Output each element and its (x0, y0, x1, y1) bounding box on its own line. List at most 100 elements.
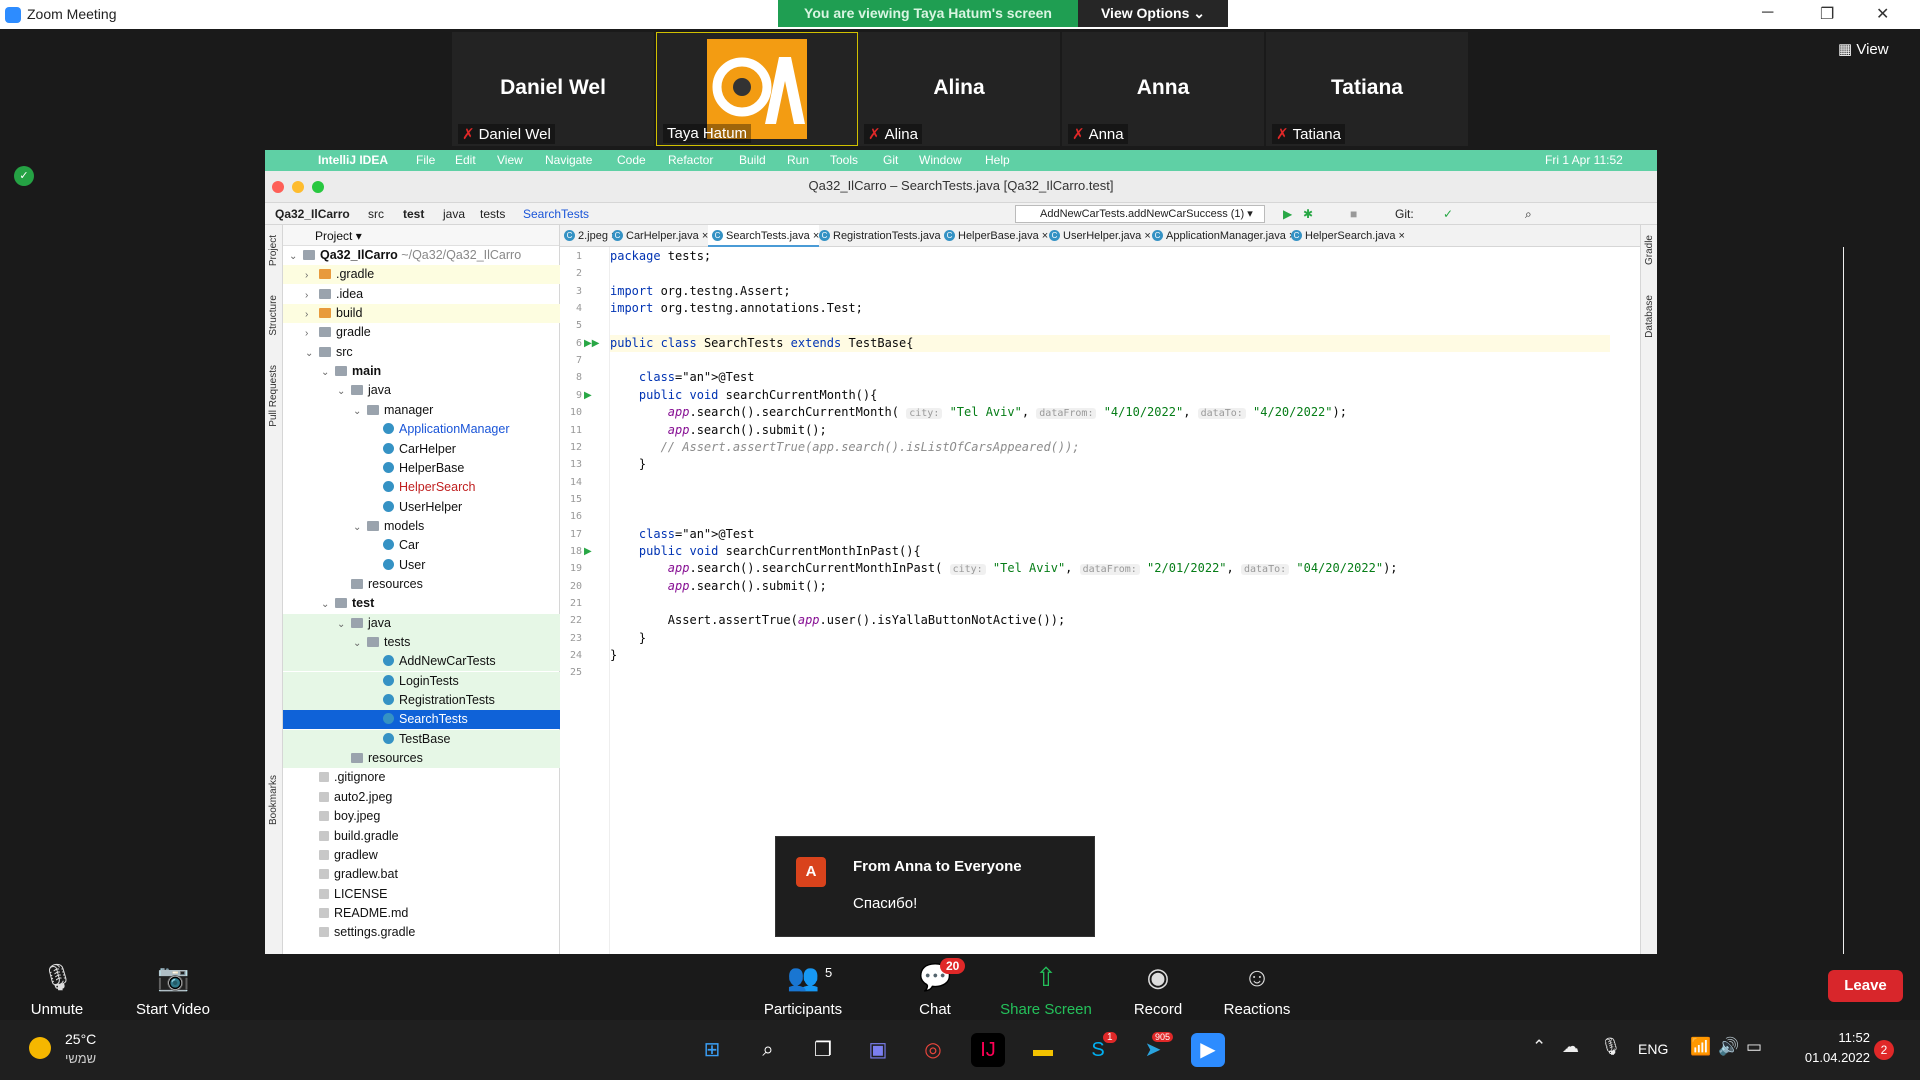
volume-icon[interactable]: 🔊 (1718, 1037, 1739, 1057)
tree-item[interactable]: LICENSE (283, 885, 560, 904)
notification-badge[interactable]: 2 (1874, 1040, 1894, 1060)
tree-expand-icon[interactable]: ⌄ (353, 518, 367, 537)
close-icon[interactable]: ✕ (1876, 4, 1889, 24)
tree-item[interactable]: AddNewCarTests (283, 652, 560, 672)
tree-item[interactable]: gradlew (283, 846, 560, 865)
tree-item[interactable]: ⌄ java (283, 613, 560, 633)
code-line[interactable] (610, 352, 1610, 369)
tree-item[interactable]: boy.jpeg (283, 807, 560, 826)
tree-expand-icon[interactable]: ⌄ (305, 344, 319, 363)
search-icon[interactable]: ⌕ (1525, 207, 1532, 222)
menu-file[interactable]: File (416, 153, 435, 167)
code-line[interactable]: class="an">@Test (610, 369, 1610, 386)
tree-item[interactable]: HelperBase (283, 459, 560, 478)
task-view-icon[interactable]: ❐ (806, 1033, 840, 1067)
start-icon[interactable]: ⊞ (695, 1033, 729, 1067)
menu-git[interactable]: Git (883, 153, 898, 167)
menu-tools[interactable]: Tools (830, 153, 858, 167)
tree-expand-icon[interactable]: › (305, 305, 319, 324)
menu-help[interactable]: Help (985, 153, 1010, 167)
tree-expand-icon[interactable]: ⌄ (337, 382, 351, 401)
search-icon[interactable]: ⌕ (751, 1033, 785, 1067)
code-line[interactable]: public class SearchTests extends TestBas… (610, 334, 1610, 352)
code-line[interactable]: app.search().submit(); (610, 422, 1610, 439)
breadcrumb-src[interactable]: src (368, 207, 384, 221)
tree-item[interactable]: HelperSearch (283, 478, 560, 497)
database-tool-tab[interactable]: Database (1644, 295, 1655, 338)
menu-app-name[interactable]: IntelliJ IDEA (318, 153, 388, 167)
participants-button[interactable]: 👥 Participants (748, 955, 858, 1018)
code-line[interactable]: import org.testng.Assert; (610, 283, 1610, 300)
menu-build[interactable]: Build (739, 153, 766, 167)
weather-temp[interactable]: 25°C (65, 1031, 96, 1047)
reactions-button[interactable]: ☺ Reactions (1202, 955, 1312, 1018)
tree-item[interactable]: ⌄ test (283, 594, 560, 613)
view-options-button[interactable]: View Options ⌄ (1078, 0, 1228, 27)
editor-tab[interactable]: HelperSearch.java × (1287, 225, 1405, 247)
tree-item[interactable]: gradlew.bat (283, 865, 560, 884)
minimize-icon[interactable]: ─ (1762, 4, 1773, 22)
tree-item[interactable]: build.gradle (283, 827, 560, 846)
tree-item[interactable]: resources (283, 575, 560, 594)
participant-tile[interactable]: Alina ✗ Alina (858, 32, 1060, 146)
code-line[interactable] (610, 317, 1610, 334)
tree-item[interactable]: ApplicationManager (283, 420, 560, 439)
pull-requests-tool-tab[interactable]: Pull Requests (268, 365, 279, 427)
project-tool-tab[interactable]: Project (268, 235, 279, 266)
tree-item[interactable]: ⌄ manager (283, 401, 560, 420)
tree-item[interactable]: SearchTests (283, 710, 560, 730)
tree-expand-icon[interactable]: › (305, 266, 319, 285)
editor-tab[interactable]: UserHelper.java × (1045, 225, 1151, 247)
code-line[interactable]: // Assert.assertTrue(app.search().isList… (610, 439, 1610, 456)
debug-icon[interactable]: ✱ (1303, 207, 1313, 221)
menu-code[interactable]: Code (617, 153, 646, 167)
code-line[interactable] (610, 474, 1610, 491)
editor-tab[interactable]: SearchTests.java × (708, 225, 820, 247)
tree-item[interactable]: User (283, 556, 560, 575)
code-line[interactable] (610, 595, 1610, 612)
project-panel-title[interactable]: Project (315, 229, 352, 243)
onedrive-icon[interactable]: ☁ (1562, 1037, 1579, 1057)
tree-item[interactable]: › gradle (283, 323, 560, 342)
zoom-app-icon[interactable]: ▶ (1191, 1033, 1225, 1067)
editor-tab[interactable]: ApplicationManager.java × (1148, 225, 1295, 247)
intellij-icon[interactable]: IJ (971, 1033, 1005, 1067)
code-line[interactable]: public void searchCurrentMonthInPast(){ (610, 543, 1610, 560)
tree-item[interactable]: TestBase (283, 729, 560, 749)
editor-tab[interactable]: CarHelper.java × (608, 225, 708, 247)
restore-icon[interactable]: ❐ (1820, 4, 1834, 24)
code-line[interactable]: } (610, 630, 1610, 647)
tree-item[interactable]: settings.gradle (283, 923, 560, 942)
breadcrumb-tests[interactable]: tests (480, 207, 505, 221)
tree-expand-icon[interactable]: ⌄ (353, 634, 367, 653)
chrome-icon[interactable]: ◎ (916, 1033, 950, 1067)
menu-refactor[interactable]: Refactor (668, 153, 713, 167)
tree-item[interactable]: resources (283, 749, 560, 769)
view-layout-button[interactable]: ▦ View (1838, 40, 1889, 58)
tree-item[interactable]: auto2.jpeg (283, 788, 560, 807)
unmute-button[interactable]: 🎙 Unmute (2, 955, 112, 1018)
code-line[interactable] (610, 265, 1610, 282)
menu-view[interactable]: View (497, 153, 523, 167)
tree-item[interactable]: Car (283, 536, 560, 555)
leave-button[interactable]: Leave (1828, 970, 1903, 1002)
code-line[interactable]: class="an">@Test (610, 526, 1610, 543)
tree-item[interactable]: › build (283, 304, 560, 324)
bookmarks-tool-tab[interactable]: Bookmarks (268, 775, 279, 825)
tree-item[interactable]: README.md (283, 904, 560, 923)
record-button[interactable]: ◉ Record (1103, 955, 1213, 1018)
run-gutter-icon[interactable]: ▶▶ (584, 338, 599, 349)
tree-expand-icon[interactable]: › (305, 286, 319, 305)
tree-expand-icon[interactable]: ⌄ (321, 363, 335, 382)
run-configuration-select[interactable]: AddNewCarTests.addNewCarSuccess (1) ▾ (1015, 205, 1265, 223)
editor-tab[interactable]: HelperBase.java × (940, 225, 1048, 247)
participant-tile[interactable]: Anna ✗ Anna (1062, 32, 1264, 146)
microphone-icon[interactable]: 🎙 (1600, 1037, 1622, 1057)
structure-tool-tab[interactable]: Structure (268, 295, 279, 336)
breadcrumb-project[interactable]: Qa32_IlCarro (275, 207, 350, 221)
code-line[interactable]: app.search().searchCurrentMonth( city: "… (610, 404, 1610, 421)
menu-run[interactable]: Run (787, 153, 809, 167)
menu-navigate[interactable]: Navigate (545, 153, 592, 167)
file-explorer-icon[interactable]: ▬ (1026, 1033, 1060, 1067)
code-line[interactable]: import org.testng.annotations.Test; (610, 300, 1610, 317)
